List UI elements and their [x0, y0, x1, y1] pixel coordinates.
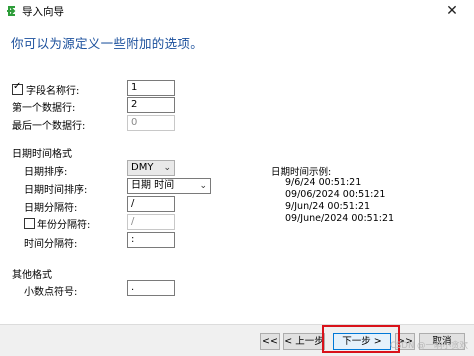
date-order-label: 日期排序:: [24, 167, 68, 178]
close-button[interactable]: ✕: [440, 1, 464, 21]
field-name-row-label: 字段名称行:: [26, 86, 80, 97]
year-separator-checkbox[interactable]: [24, 218, 35, 229]
datetime-preview-line: 09/06/2024 00:51:21: [285, 189, 386, 200]
next-button-highlight: [322, 325, 400, 353]
date-order-value: DMY: [131, 162, 154, 173]
import-wizard-icon: [7, 6, 16, 16]
datetime-order-dropdown[interactable]: 日期 时间 ⌄: [127, 178, 211, 194]
date-separator-input[interactable]: /: [127, 196, 175, 212]
last-data-row-label: 最后一个数据行:: [12, 121, 86, 132]
time-separator-input[interactable]: :: [127, 232, 175, 248]
first-data-row-label: 第一个数据行:: [12, 103, 76, 114]
year-separator-input[interactable]: /: [127, 214, 175, 230]
import-wizard-window: 导入向导 ✕ 你可以为源定义一些附加的选项。 字段名称行: 1 第一个数据行: …: [0, 0, 474, 356]
first-data-row-input[interactable]: 2: [127, 97, 175, 113]
date-separator-label: 日期分隔符:: [24, 203, 78, 214]
datetime-preview-line: 09/June/2024 00:51:21: [285, 213, 395, 224]
other-format-section-label: 其他格式: [12, 270, 52, 281]
page-heading: 你可以为源定义一些附加的选项。: [11, 36, 204, 51]
datetime-order-value: 日期 时间: [131, 180, 175, 191]
decimal-symbol-input[interactable]: .: [127, 280, 175, 296]
datetime-section-label: 日期时间格式: [12, 149, 72, 160]
first-step-button[interactable]: <<: [260, 333, 280, 350]
year-separator-label: 年份分隔符:: [37, 220, 91, 231]
last-data-row-input[interactable]: 0: [127, 115, 175, 131]
datetime-preview-label: 日期时间示例:: [271, 167, 332, 178]
title-bar: 导入向导 ✕: [0, 0, 474, 22]
chevron-down-icon: ⌄: [199, 181, 207, 191]
time-separator-label: 时间分隔符:: [24, 239, 78, 250]
watermark: CSDN @一晌小贪欢: [390, 341, 468, 351]
datetime-preview-line: 9/Jun/24 00:51:21: [285, 201, 371, 212]
datetime-preview-line: 9/6/24 00:51:21: [285, 177, 362, 188]
window-title: 导入向导: [22, 6, 64, 18]
date-order-dropdown[interactable]: DMY ⌄: [127, 160, 175, 176]
back-button[interactable]: < 上一步: [283, 333, 325, 350]
datetime-order-label: 日期时间排序:: [24, 185, 88, 196]
field-name-row-checkbox[interactable]: [12, 81, 23, 95]
chevron-down-icon: ⌄: [163, 163, 171, 173]
field-name-row-input[interactable]: 1: [127, 80, 175, 96]
decimal-symbol-label: 小数点符号:: [24, 287, 78, 298]
